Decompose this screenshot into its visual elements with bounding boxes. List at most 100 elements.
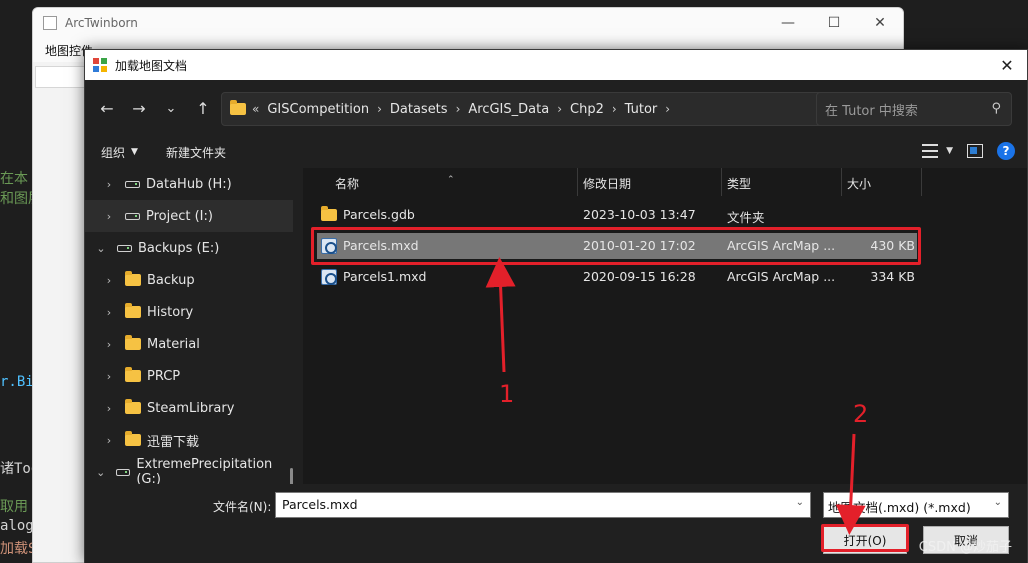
- view-controls: ▼ ?: [922, 142, 1015, 160]
- tree-item-backup[interactable]: › Backup: [85, 264, 293, 296]
- watermark: CSDN @炒茄子: [918, 540, 1012, 555]
- chevron-down-icon[interactable]: ⌄: [95, 466, 106, 479]
- file-size: 334 KB: [870, 269, 915, 284]
- column-header-date[interactable]: 修改日期: [583, 175, 631, 192]
- chevron-right-icon[interactable]: ›: [103, 434, 115, 447]
- tree-item-label: 迅雷下载: [147, 434, 200, 450]
- chevron-right-icon[interactable]: ›: [103, 274, 115, 287]
- tree-item-backups[interactable]: ⌄ Backups (E:): [85, 232, 293, 264]
- tree-item-label: Backup: [147, 272, 195, 288]
- chevron-right-icon: ›: [611, 102, 617, 116]
- maximize-button[interactable]: ☐: [811, 8, 857, 38]
- folder-icon: [230, 100, 246, 115]
- chevron-right-icon[interactable]: ›: [103, 370, 115, 383]
- folder-icon: [125, 335, 141, 350]
- parent-window-title: ArcTwinborn: [65, 16, 138, 30]
- chevron-right-icon[interactable]: ›: [103, 178, 115, 191]
- annotation-number-1: 1: [499, 380, 515, 408]
- breadcrumb-item[interactable]: Datasets: [390, 102, 448, 117]
- help-icon[interactable]: ?: [997, 142, 1015, 160]
- up-arrow-icon[interactable]: ↑: [189, 94, 217, 122]
- view-options-button[interactable]: ▼: [922, 144, 953, 158]
- command-bar: 组织 ▼ 新建文件夹 ▼ ?: [85, 136, 1027, 168]
- file-row[interactable]: Parcels1.mxd 2020-09-15 16:28 ArcGIS Arc…: [317, 264, 917, 290]
- breadcrumb-item[interactable]: ArcGIS_Data: [468, 102, 549, 117]
- file-date: 2020-09-15 16:28: [583, 269, 696, 284]
- folder-icon: [125, 431, 141, 446]
- annotation-number-2: 2: [853, 400, 869, 428]
- file-type: 文件夹: [727, 210, 765, 225]
- filename-input[interactable]: Parcels.mxd ⌄: [275, 492, 811, 518]
- dialog-close-button[interactable]: ✕: [997, 55, 1017, 75]
- column-header-name[interactable]: 名称: [335, 175, 359, 192]
- dialog-title: 加载地图文档: [115, 58, 188, 73]
- chevron-right-icon[interactable]: ›: [103, 402, 115, 415]
- forward-arrow-icon[interactable]: →: [125, 94, 153, 122]
- tree-scrollbar[interactable]: [290, 468, 293, 484]
- editor-text-6: alog: [0, 518, 34, 534]
- navigation-bar: ← → ⌄ ↑ « GISCompetition › Datasets › Ar…: [85, 80, 1027, 136]
- folder-icon: [125, 367, 141, 382]
- column-divider[interactable]: [921, 168, 922, 196]
- chevron-right-icon[interactable]: ›: [103, 306, 115, 319]
- folder-icon: [321, 206, 337, 221]
- tree-item-label: ExtremePrecipitation (G:): [136, 457, 273, 484]
- open-button[interactable]: 打开(O): [823, 526, 907, 554]
- tree-item-xunlei[interactable]: › 迅雷下载: [85, 424, 293, 456]
- file-name: Parcels1.mxd: [343, 269, 427, 284]
- breadcrumb-item[interactable]: Chp2: [570, 102, 604, 117]
- tree-item-label: Material: [147, 336, 200, 352]
- column-header-size[interactable]: 大小: [847, 175, 871, 192]
- tree-item-history[interactable]: › History: [85, 296, 293, 328]
- editor-text-3: r.Bi: [0, 374, 34, 390]
- file-name: Parcels.gdb: [343, 207, 415, 222]
- breadcrumb-item[interactable]: Tutor: [625, 102, 658, 117]
- filter-value: 地图文档(.mxd) (*.mxd): [828, 500, 971, 515]
- breadcrumb-overflow[interactable]: «: [252, 102, 259, 116]
- organize-label: 组织: [101, 145, 126, 160]
- preview-pane-icon[interactable]: [967, 144, 983, 158]
- editor-text-5: 取用: [0, 499, 28, 515]
- chevron-down-icon[interactable]: ⌄: [994, 497, 1002, 508]
- mxd-file-icon: [321, 269, 337, 285]
- filename-value: Parcels.mxd: [282, 497, 358, 512]
- chevron-down-icon[interactable]: ⌄: [796, 497, 804, 508]
- chevron-right-icon[interactable]: ›: [103, 210, 115, 223]
- tree-item-steamlibrary[interactable]: › SteamLibrary: [85, 392, 293, 424]
- file-type-filter[interactable]: 地图文档(.mxd) (*.mxd) ⌄: [823, 492, 1009, 518]
- column-divider[interactable]: [841, 168, 842, 196]
- column-divider[interactable]: [721, 168, 722, 196]
- chevron-right-icon[interactable]: ›: [103, 338, 115, 351]
- chevron-right-icon: ›: [557, 102, 562, 116]
- file-row[interactable]: Parcels.gdb 2023-10-03 13:47 文件夹: [317, 202, 917, 228]
- minimize-button[interactable]: —: [765, 8, 811, 38]
- folder-icon: [125, 303, 141, 318]
- tree-item-extremeprecipitation[interactable]: ⌄ ExtremePrecipitation (G:): [85, 456, 293, 484]
- file-row[interactable]: Parcels.mxd 2010-01-20 17:02 ArcGIS ArcM…: [317, 233, 917, 259]
- back-arrow-icon[interactable]: ←: [93, 94, 121, 122]
- address-bar[interactable]: « GISCompetition › Datasets › ArcGIS_Dat…: [221, 92, 889, 126]
- breadcrumb-item[interactable]: GISCompetition: [267, 102, 369, 117]
- caret-down-icon: ▼: [946, 146, 953, 156]
- drive-icon: [125, 180, 140, 188]
- tree-item-material[interactable]: › Material: [85, 328, 293, 360]
- drive-icon: [117, 244, 132, 252]
- new-folder-button[interactable]: 新建文件夹: [166, 144, 226, 161]
- search-box[interactable]: 在 Tutor 中搜索 ⚲: [816, 92, 1012, 126]
- organize-menu[interactable]: 组织 ▼: [101, 144, 138, 161]
- recent-locations-chevron-icon[interactable]: ⌄: [157, 94, 185, 122]
- column-divider[interactable]: [577, 168, 578, 196]
- tree-item-prcp[interactable]: › PRCP: [85, 360, 293, 392]
- close-button[interactable]: ✕: [857, 8, 903, 38]
- chevron-down-icon[interactable]: ⌄: [95, 242, 107, 255]
- tree-item-project[interactable]: › Project (I:): [85, 200, 293, 232]
- column-header-type[interactable]: 类型: [727, 175, 751, 192]
- tree-item-label: Project (I:): [146, 208, 213, 224]
- file-name: Parcels.mxd: [343, 238, 419, 253]
- tree-item-datahub[interactable]: › DataHub (H:): [85, 168, 293, 200]
- tree-item-label: DataHub (H:): [146, 176, 232, 192]
- search-icon[interactable]: ⚲: [991, 101, 1001, 116]
- filename-label: 文件名(N):: [213, 500, 272, 514]
- drive-icon: [125, 212, 140, 220]
- search-input[interactable]: 在 Tutor 中搜索: [825, 100, 918, 119]
